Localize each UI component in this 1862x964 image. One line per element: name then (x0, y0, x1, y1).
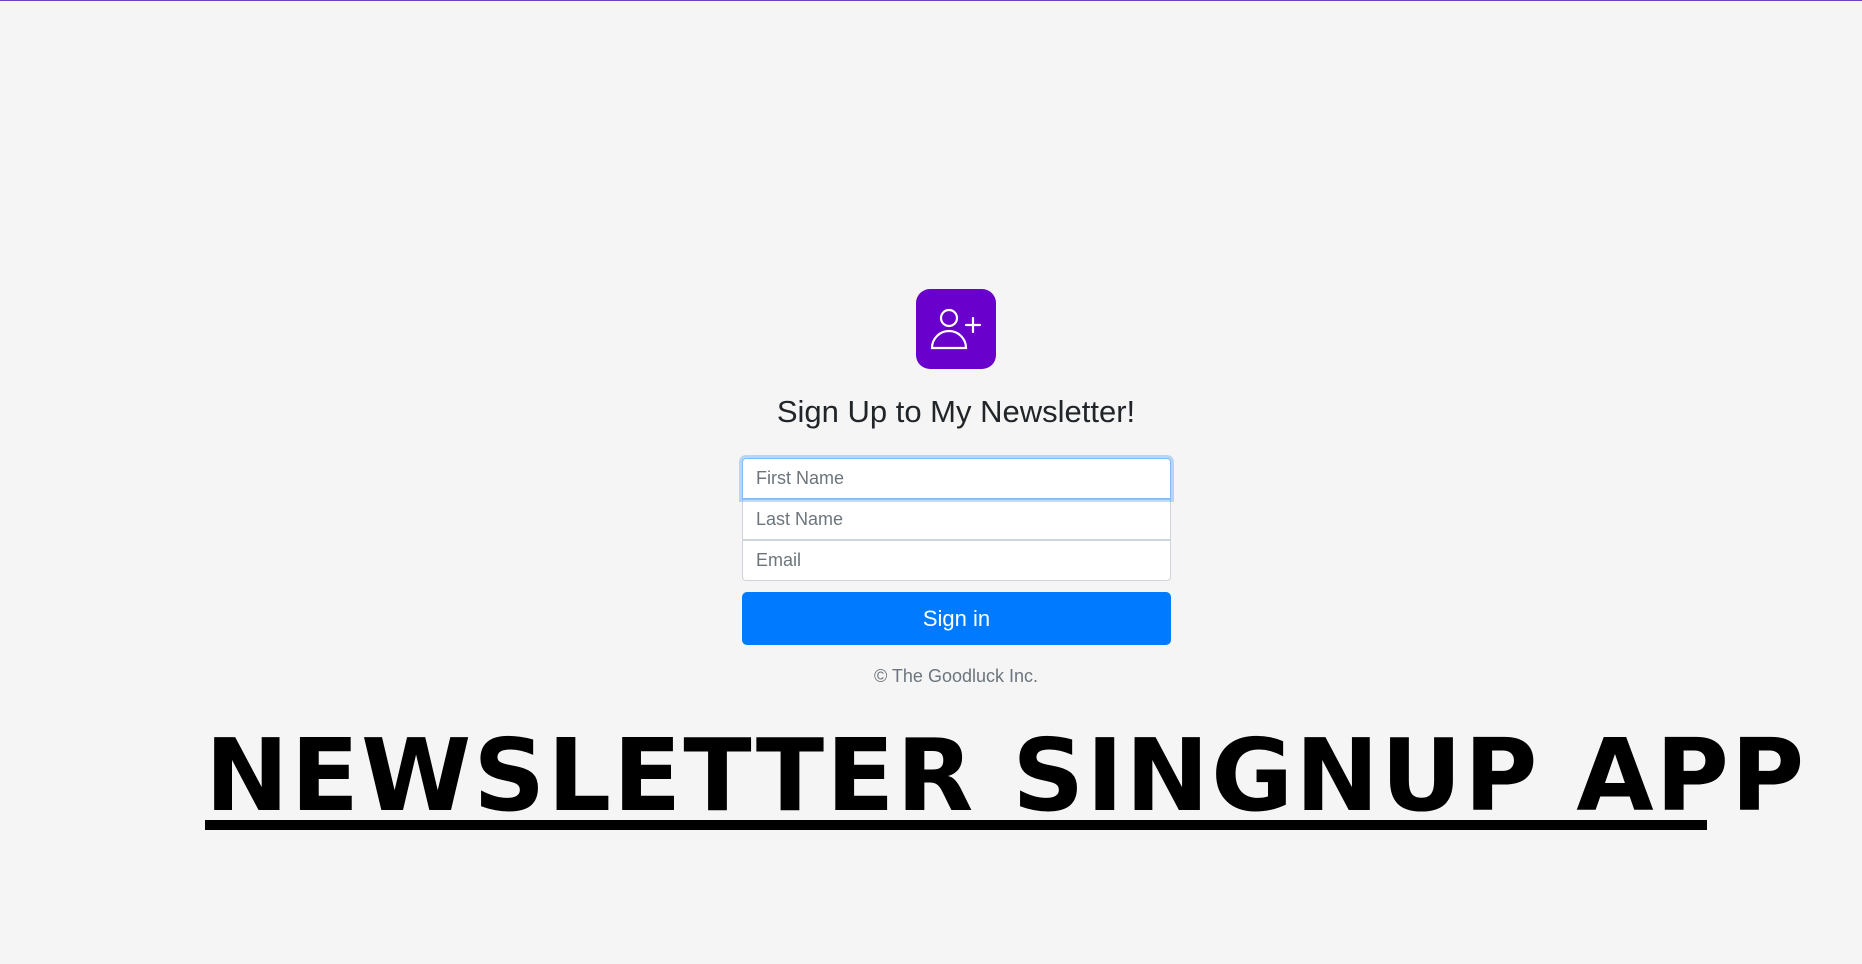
sign-in-button[interactable]: Sign in (742, 592, 1171, 645)
add-user-icon (916, 289, 996, 369)
banner-underline (205, 820, 1707, 830)
copyright-text: © The Goodluck Inc. (873, 666, 1038, 686)
banner-title: NEWSLETTER SINGNUP APP (205, 717, 1807, 834)
email-field[interactable] (742, 540, 1171, 581)
top-border (0, 0, 1862, 1)
last-name-field[interactable] (742, 499, 1171, 540)
form-title: Sign Up to My Newsletter! (776, 394, 1136, 429)
first-name-field[interactable] (742, 458, 1171, 499)
